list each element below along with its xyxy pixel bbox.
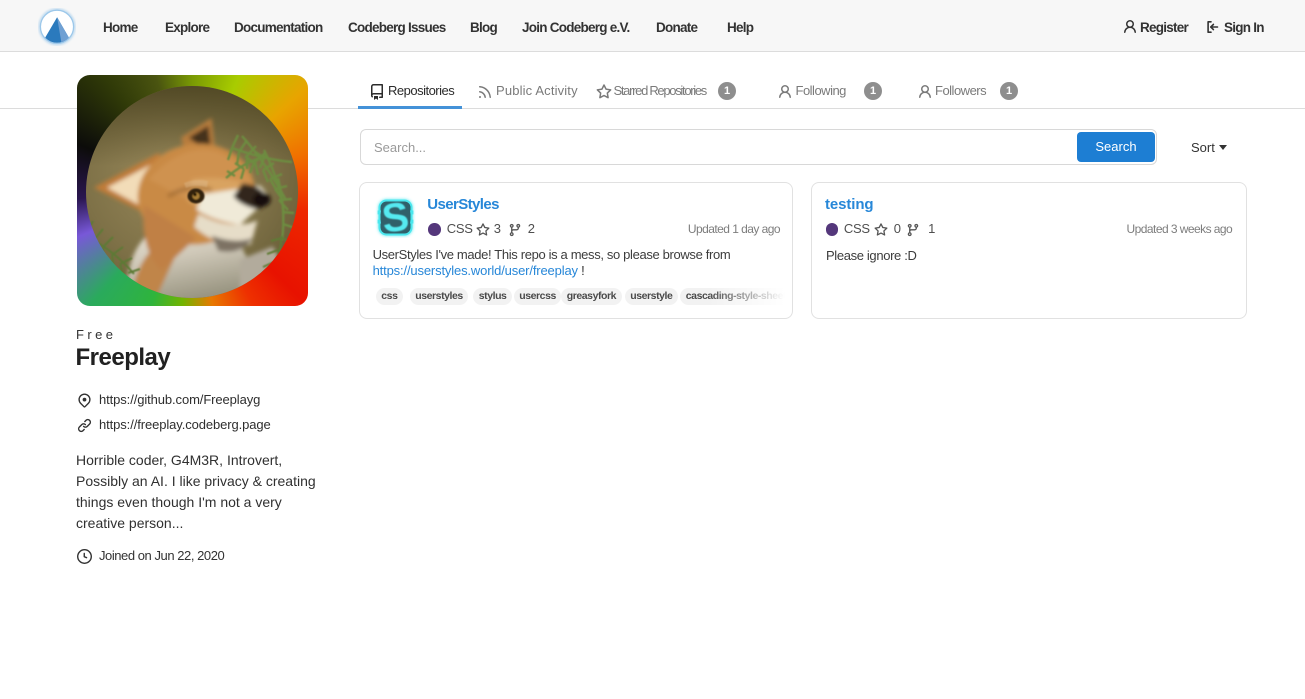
svg-text:S: S (379, 196, 411, 238)
